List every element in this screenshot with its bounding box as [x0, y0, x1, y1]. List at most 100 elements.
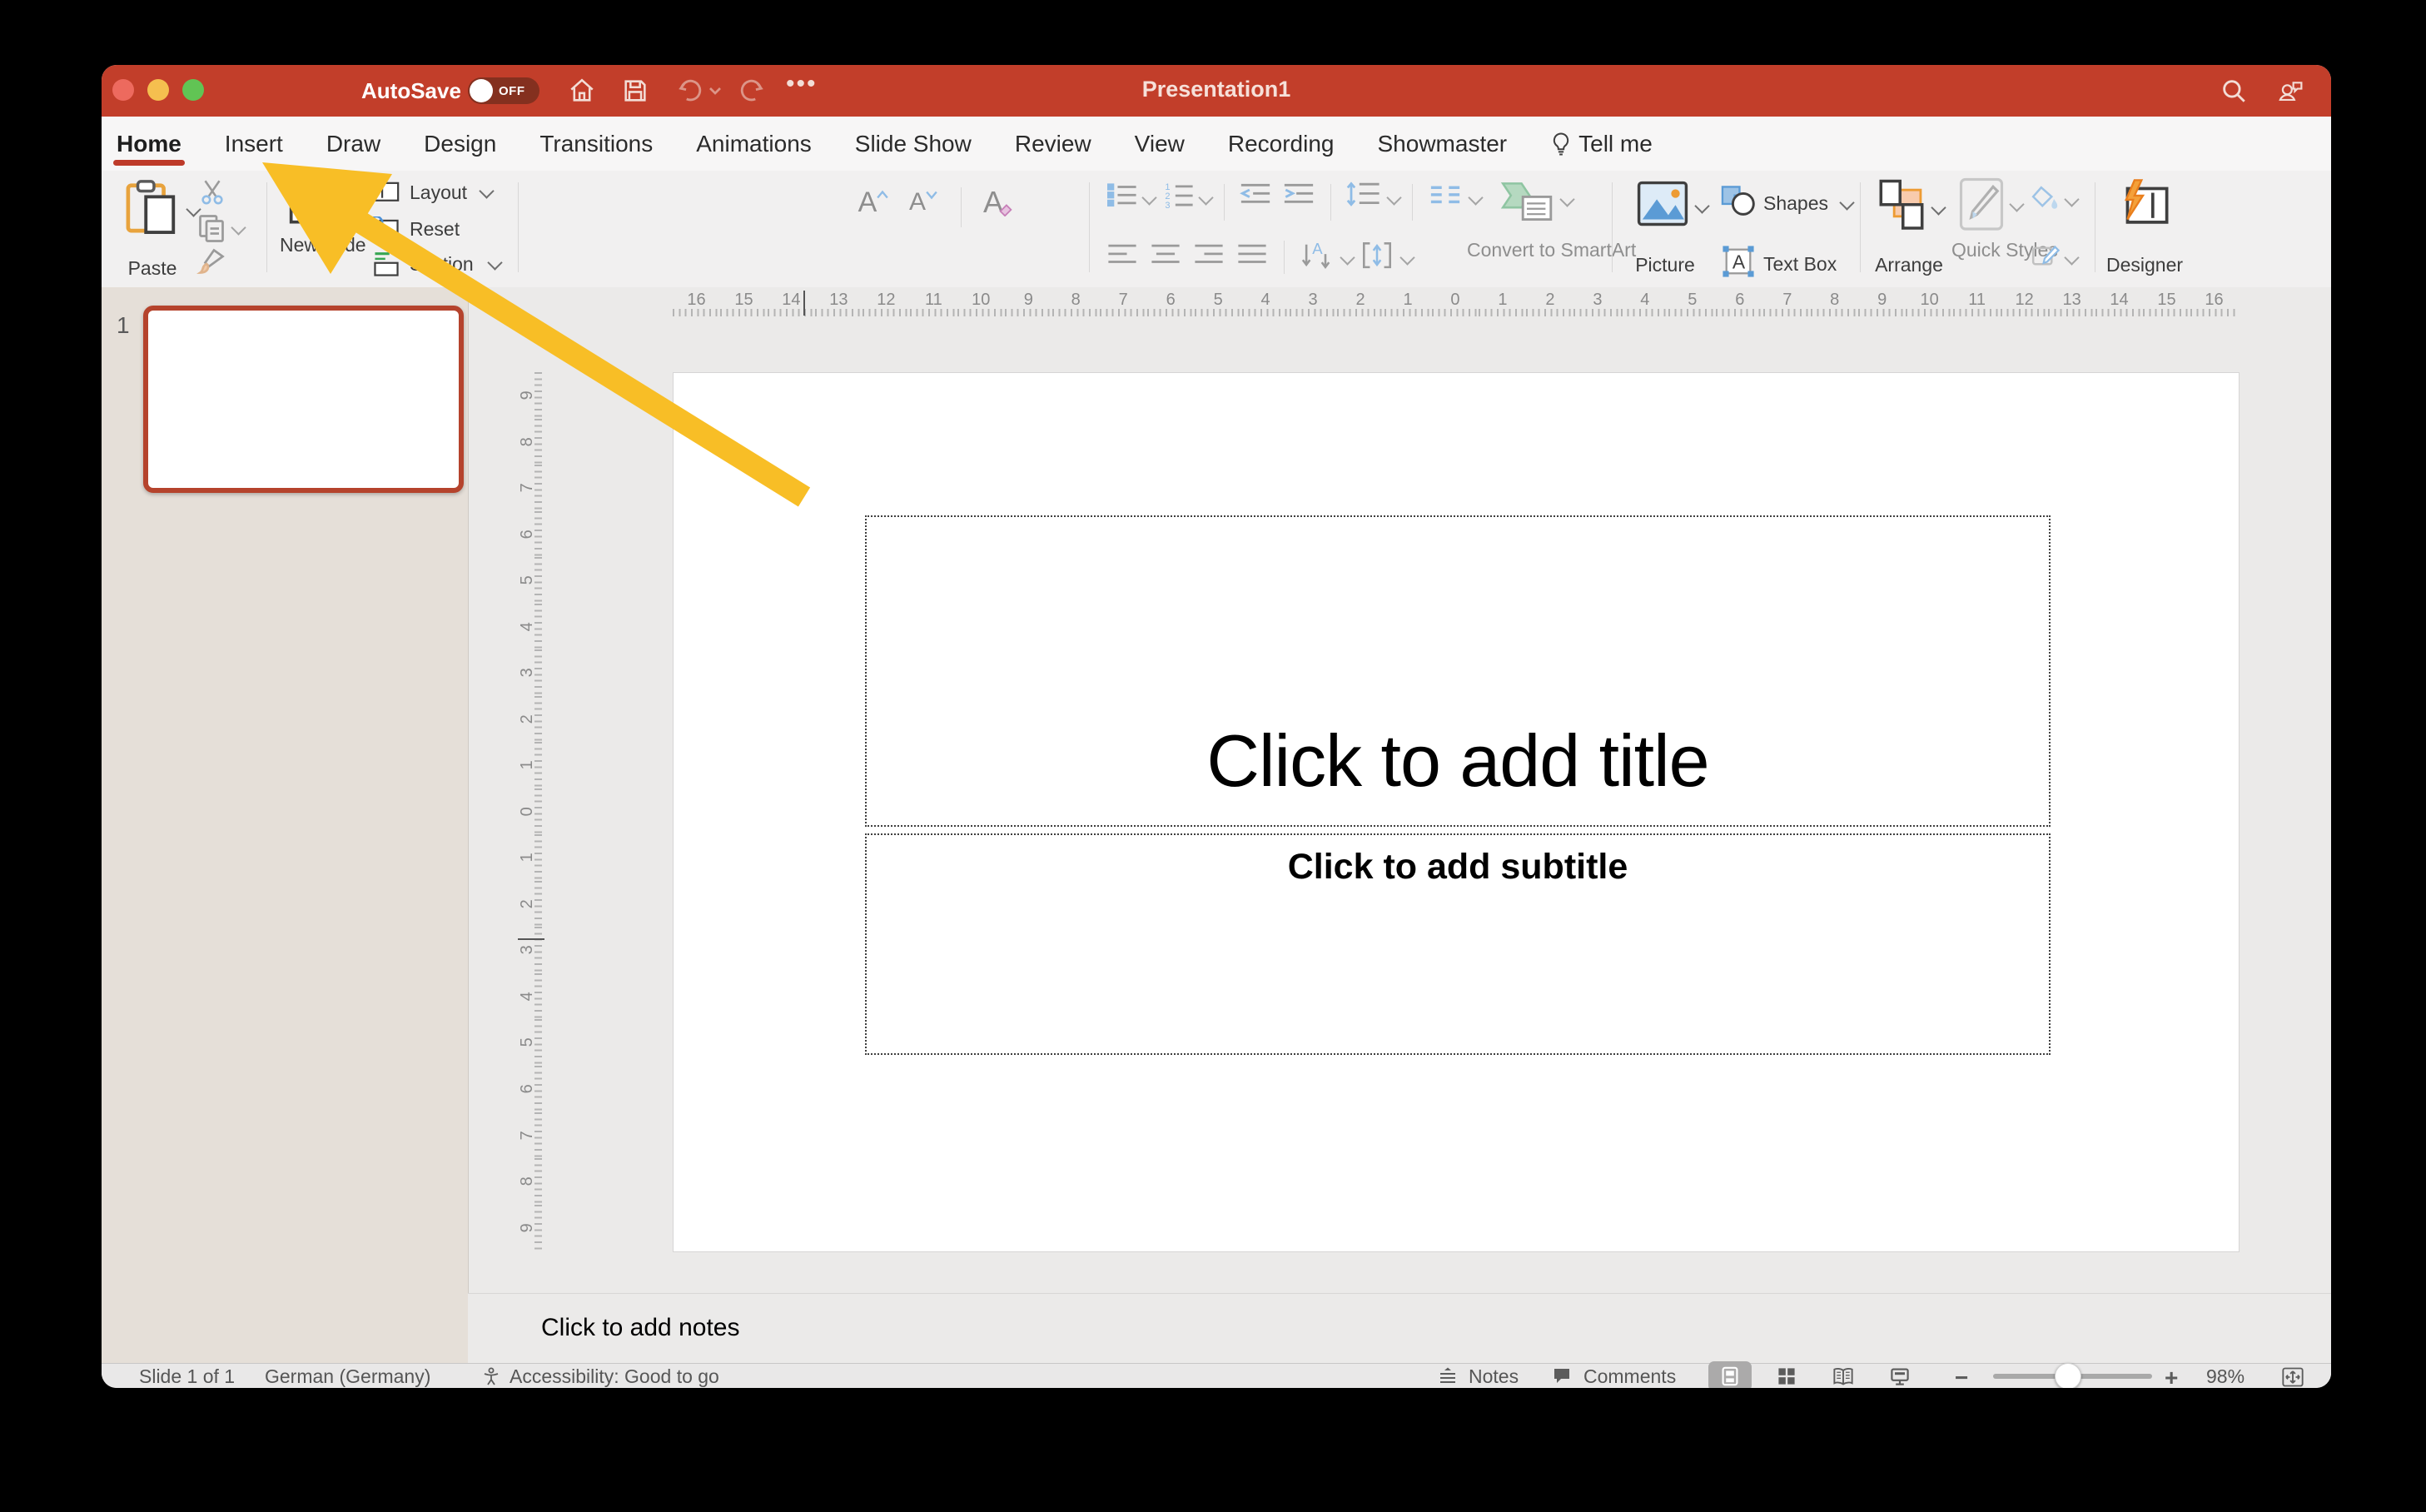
reset-icon[interactable] — [373, 216, 400, 240]
layout-chevron-icon[interactable] — [479, 183, 495, 199]
quick-styles-label[interactable]: Quick Styles — [1951, 239, 2058, 261]
zoom-out-button[interactable]: − — [1955, 1365, 1968, 1388]
text-direction-icon[interactable]: A — [1300, 241, 1334, 271]
text-box-icon[interactable]: A — [1722, 246, 1755, 277]
numbered-list-chevron-icon[interactable] — [1198, 190, 1214, 206]
clear-formatting-button[interactable]: A — [977, 184, 1019, 221]
picture-label[interactable]: Picture — [1633, 254, 1697, 276]
new-slide-icon[interactable] — [288, 179, 343, 229]
tab-showmaster[interactable]: Showmaster — [1378, 117, 1508, 171]
slideshow-view-button[interactable] — [1878, 1361, 1921, 1388]
copy-chevron-icon[interactable] — [231, 220, 246, 236]
notes-pane[interactable]: Click to add notes — [468, 1293, 2331, 1363]
columns-chevron-icon[interactable] — [1468, 190, 1484, 206]
quick-styles-chevron-icon[interactable] — [2009, 196, 2025, 212]
line-spacing-chevron-icon[interactable] — [1386, 190, 1402, 206]
account-people-icon[interactable] — [2276, 77, 2304, 105]
tab-view[interactable]: View — [1135, 117, 1185, 171]
normal-view-button[interactable] — [1708, 1361, 1752, 1388]
format-painter-icon[interactable] — [196, 247, 226, 276]
align-right-icon[interactable] — [1194, 242, 1224, 267]
reset-label[interactable]: Reset — [410, 218, 460, 240]
tab-review[interactable]: Review — [1015, 117, 1091, 171]
tab-slide-show[interactable]: Slide Show — [855, 117, 972, 171]
layout-icon[interactable] — [373, 181, 400, 202]
align-text-vertical-icon[interactable] — [1360, 241, 1394, 271]
decrease-indent-icon[interactable] — [1239, 182, 1272, 207]
slide-sorter-view-button[interactable] — [1765, 1361, 1808, 1388]
quick-styles-icon[interactable] — [1958, 177, 2005, 231]
convert-smartart-icon[interactable] — [1500, 177, 1554, 224]
arrange-icon[interactable] — [1877, 179, 1926, 231]
tab-animations[interactable]: Animations — [696, 117, 812, 171]
accessibility-label[interactable]: Accessibility: Good to go — [510, 1365, 719, 1387]
tab-transitions[interactable]: Transitions — [539, 117, 653, 171]
line-spacing-icon[interactable] — [1345, 181, 1380, 209]
designer-icon[interactable] — [2116, 177, 2170, 231]
tab-tell-me[interactable]: Tell me — [1550, 117, 1653, 171]
columns-icon[interactable] — [1429, 184, 1462, 206]
section-icon[interactable] — [373, 251, 400, 277]
slide-thumbnail[interactable] — [143, 306, 464, 493]
align-left-icon[interactable] — [1107, 242, 1137, 267]
shape-outline-icon[interactable] — [2030, 242, 2060, 271]
tab-draw[interactable]: Draw — [326, 117, 380, 171]
cut-icon[interactable] — [198, 179, 226, 205]
arrange-label[interactable]: Arrange — [1873, 254, 1945, 276]
text-direction-chevron-icon[interactable] — [1340, 250, 1355, 266]
justify-icon[interactable] — [1237, 242, 1267, 267]
ruler-mark: 4 — [519, 603, 542, 650]
notes-toggle-label[interactable]: Notes — [1469, 1365, 1519, 1387]
designer-label[interactable]: Designer — [2106, 254, 2183, 276]
increase-font-size-button[interactable]: A — [854, 186, 892, 219]
picture-chevron-icon[interactable] — [1694, 198, 1710, 214]
text-box-label[interactable]: Text Box — [1763, 253, 1837, 275]
paste-icon[interactable] — [125, 179, 180, 237]
zoom-slider-thumb[interactable] — [2055, 1363, 2081, 1388]
copy-icon[interactable] — [196, 214, 226, 242]
ruler-mark: 5 — [1194, 291, 1242, 316]
section-label[interactable]: Section — [410, 253, 474, 275]
picture-icon[interactable] — [1637, 179, 1688, 229]
horizontal-ruler[interactable]: 16 15 14 13 12 11 10 9 8 7 6 5 4 3 2 1 0 1 2 3 4 5 6 7 8 9 10 11 12 1… — [673, 291, 2238, 316]
paste-label[interactable]: Paste — [117, 257, 188, 279]
slide-canvas[interactable]: Click to add title Click to add subtitle — [673, 372, 2240, 1252]
tab-home[interactable]: Home — [113, 117, 185, 171]
numbered-list-icon[interactable]: 123 — [1164, 181, 1194, 209]
title-placeholder[interactable]: Click to add title — [865, 515, 2051, 827]
arrange-chevron-icon[interactable] — [1931, 200, 1946, 216]
convert-smartart-chevron-icon[interactable] — [1559, 191, 1575, 207]
shape-outline-chevron-icon[interactable] — [2064, 250, 2080, 266]
tab-recording[interactable]: Recording — [1228, 117, 1335, 171]
comments-toggle-icon[interactable] — [1552, 1366, 1572, 1386]
subtitle-placeholder[interactable]: Click to add subtitle — [865, 833, 2051, 1055]
tab-insert[interactable]: Insert — [225, 117, 283, 171]
language-label[interactable]: German (Germany) — [265, 1365, 430, 1387]
zoom-level-label[interactable]: 98% — [2206, 1365, 2245, 1387]
shape-fill-icon[interactable] — [2030, 184, 2060, 212]
bullet-list-chevron-icon[interactable] — [1141, 190, 1157, 206]
align-center-icon[interactable] — [1151, 242, 1181, 267]
convert-smartart-label[interactable]: Convert to SmartArt — [1467, 239, 1636, 261]
new-slide-label[interactable]: New Slide — [280, 234, 366, 256]
bullet-list-icon[interactable] — [1107, 182, 1137, 207]
zoom-in-button[interactable]: + — [2165, 1365, 2178, 1388]
shapes-label[interactable]: Shapes — [1763, 192, 1828, 214]
notes-toggle-icon[interactable] — [1438, 1366, 1458, 1386]
shapes-chevron-icon[interactable] — [1839, 195, 1855, 211]
fit-slide-to-window-icon[interactable] — [2281, 1366, 2304, 1388]
tab-design[interactable]: Design — [424, 117, 496, 171]
decrease-font-size-button[interactable]: A — [904, 186, 942, 219]
section-chevron-icon[interactable] — [487, 255, 503, 271]
new-slide-chevron-icon[interactable] — [349, 200, 365, 216]
vertical-ruler[interactable]: 9876543210123456789 — [519, 372, 542, 1251]
shapes-icon[interactable] — [1720, 184, 1757, 217]
shape-fill-chevron-icon[interactable] — [2064, 191, 2080, 207]
ruler-mark: 3 — [1573, 291, 1622, 316]
comments-toggle-label[interactable]: Comments — [1583, 1365, 1676, 1387]
increase-indent-icon[interactable] — [1282, 182, 1315, 207]
reading-view-button[interactable] — [1822, 1361, 1865, 1388]
search-icon[interactable] — [2220, 77, 2248, 105]
align-text-vertical-chevron-icon[interactable] — [1399, 250, 1415, 266]
layout-label[interactable]: Layout — [410, 182, 467, 203]
